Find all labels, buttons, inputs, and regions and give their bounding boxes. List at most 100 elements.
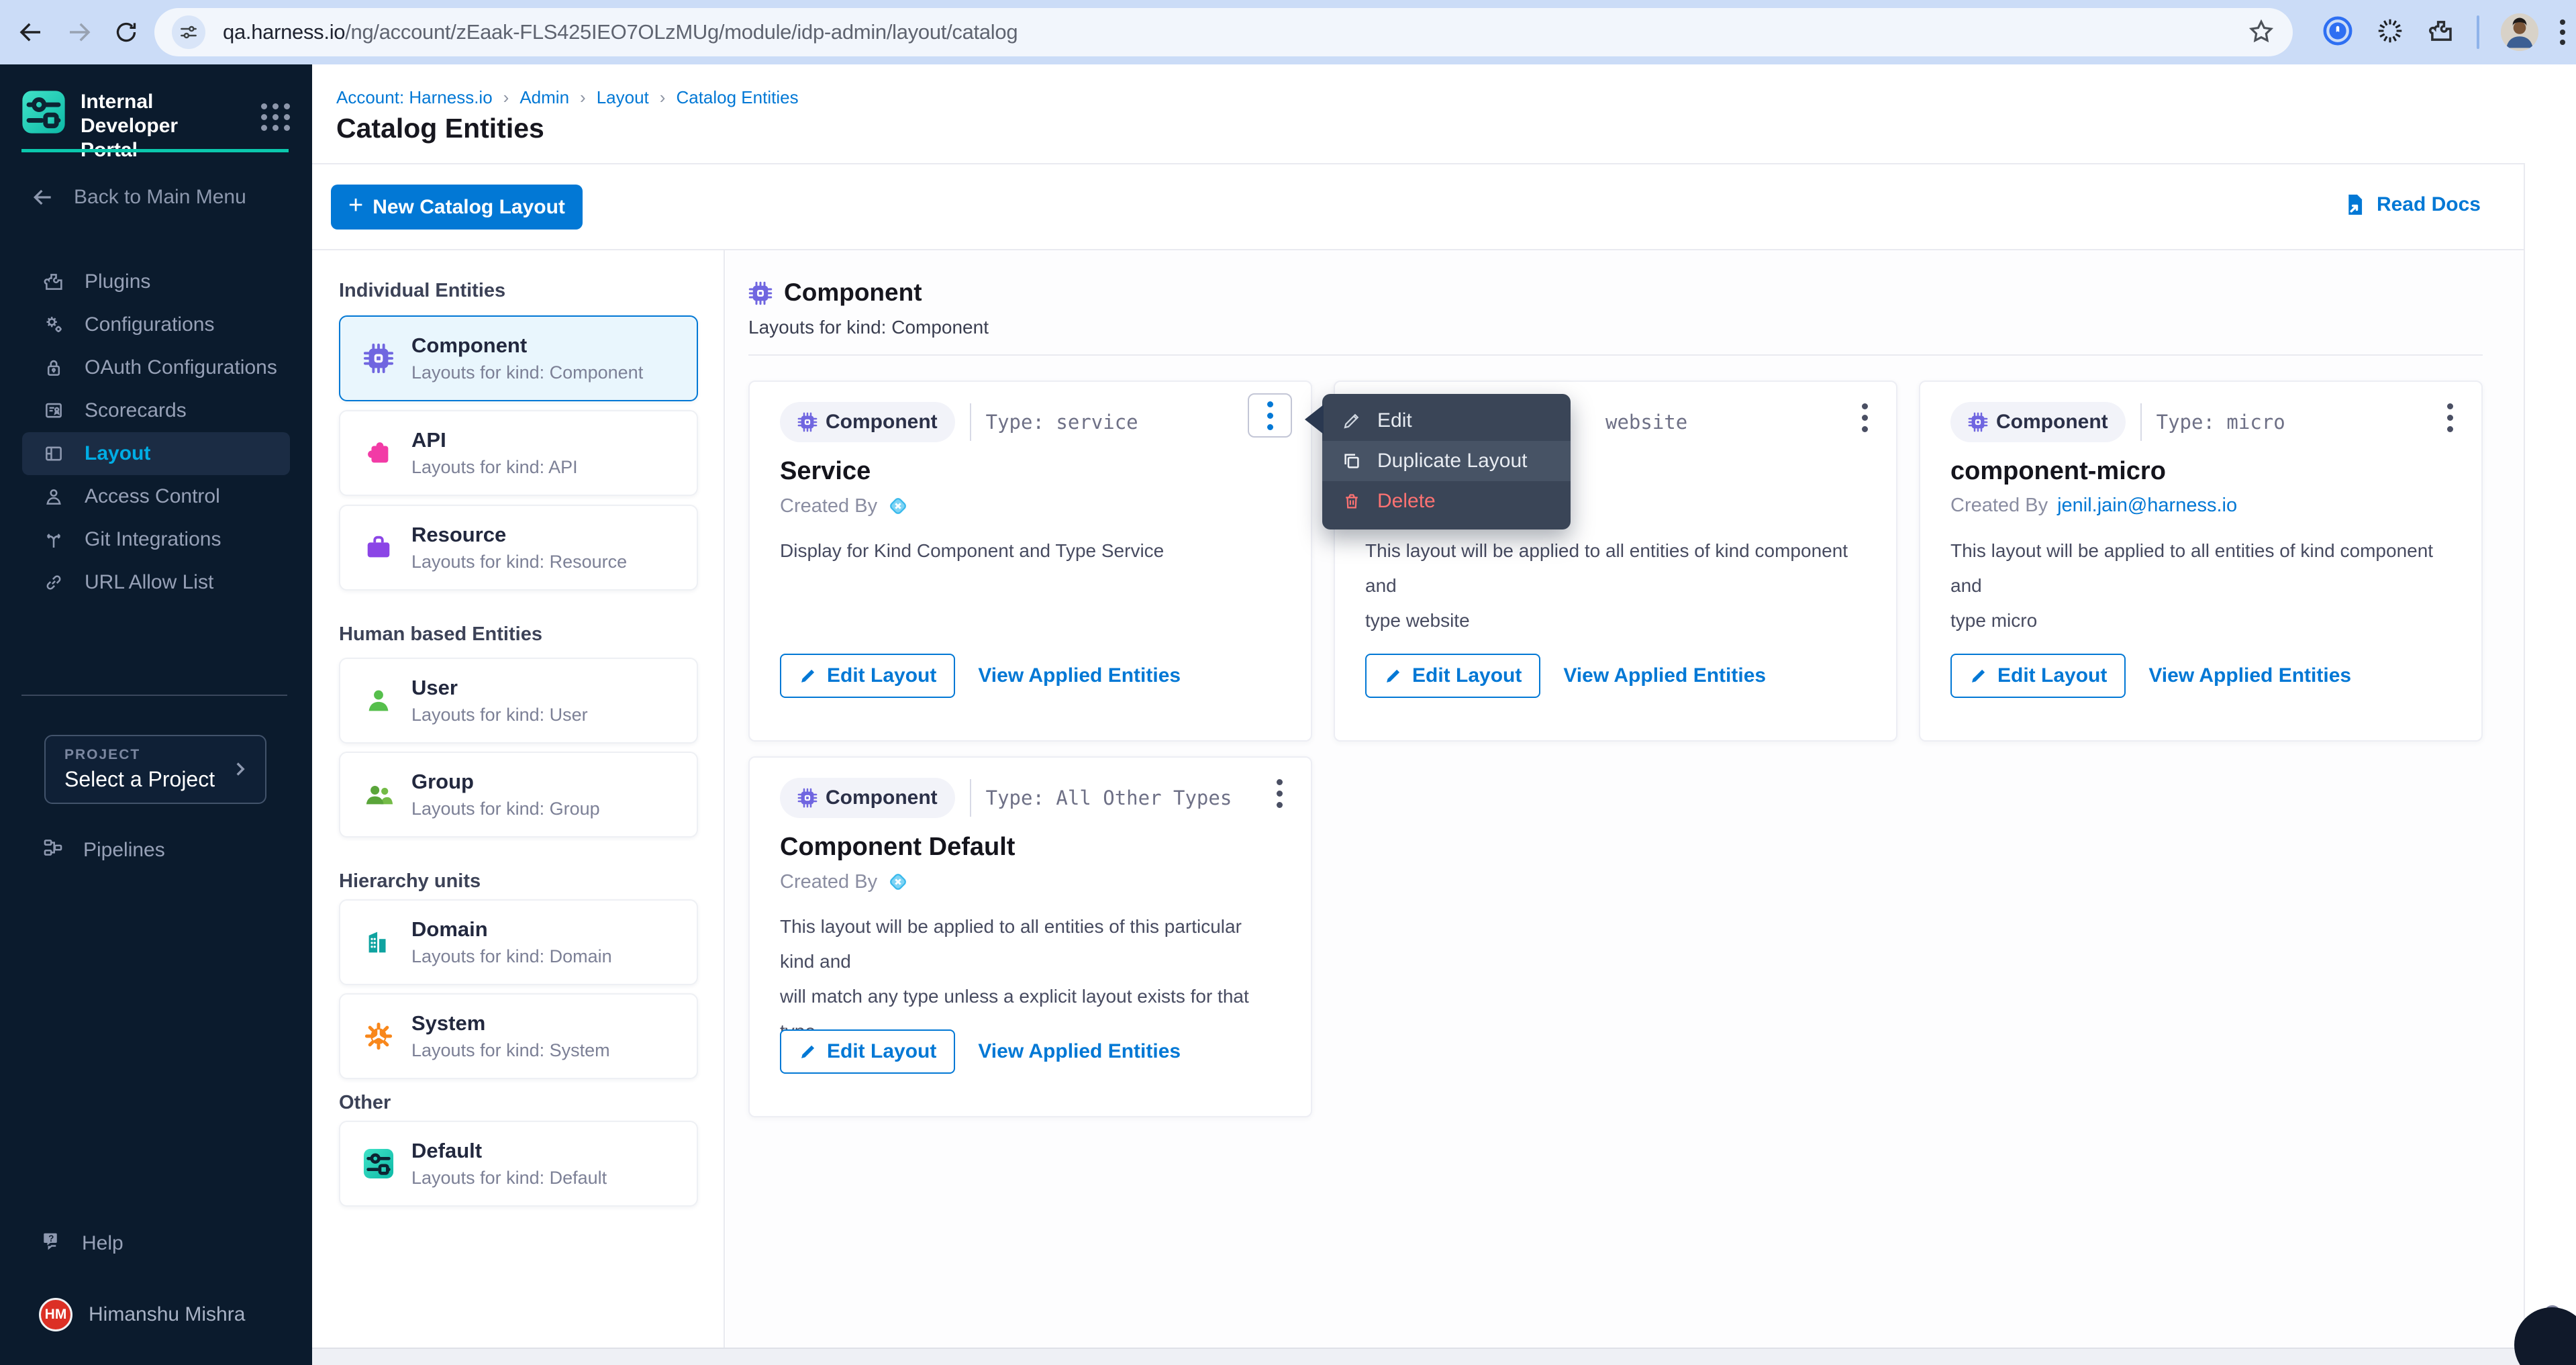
user-avatar[interactable]: HM	[39, 1298, 72, 1331]
sidebar-item-layout[interactable]: Layout	[22, 432, 290, 475]
divider	[970, 779, 971, 817]
sidebar-item-oauth-configurations[interactable]: OAuth Configurations	[0, 346, 312, 389]
popover-arrow	[1305, 405, 1324, 434]
sidebar-item-access-control[interactable]: Access Control	[0, 475, 312, 518]
pencil-icon	[1384, 666, 1403, 685]
sidebar-item-plugins[interactable]: Plugins	[0, 260, 312, 303]
created-by: Created By	[780, 495, 909, 517]
creator-email-link[interactable]: jenil.jain@harness.io	[2057, 495, 2237, 517]
sidebar-item-configurations[interactable]: Configurations	[0, 303, 312, 346]
entity-item-component[interactable]: ComponentLayouts for kind: Component	[339, 315, 698, 401]
harness-user-icon	[887, 870, 909, 893]
user-name: Himanshu Mishra	[89, 1303, 245, 1326]
onepassword-extension-icon[interactable]	[2322, 15, 2353, 50]
help-chat-icon: ?	[40, 1229, 64, 1258]
divider	[312, 163, 2576, 164]
url-bar[interactable]: qa.harness.io/ng/account/zEaak-FLS425IEO…	[154, 8, 2293, 56]
component-chip-icon	[363, 343, 394, 374]
layout-title: Component Default	[780, 833, 1015, 862]
browser-profile-avatar[interactable]	[2501, 13, 2538, 51]
module-grid-icon[interactable]	[261, 103, 291, 131]
view-applied-entities-link[interactable]: View Applied Entities	[1563, 664, 1766, 687]
read-docs-link[interactable]: Read Docs	[2342, 192, 2481, 217]
component-chip-icon	[797, 788, 818, 808]
entity-item-api[interactable]: APILayouts for kind: API	[339, 410, 698, 496]
layout-description: This layout will be applied to all entit…	[1365, 534, 1848, 638]
sidebar-divider	[21, 695, 287, 696]
entity-item-default[interactable]: DefaultLayouts for kind: Default	[339, 1121, 698, 1207]
sidebar-item-help[interactable]: ? Help	[40, 1227, 123, 1260]
lock-icon	[42, 356, 66, 380]
corner-fab[interactable]	[2514, 1307, 2576, 1365]
browser-refresh-icon[interactable]	[110, 16, 142, 48]
divider	[2140, 403, 2142, 441]
view-applied-entities-link[interactable]: View Applied Entities	[978, 1040, 1181, 1063]
section-heading: Individual Entities	[339, 280, 505, 302]
sidebar-item-scorecards[interactable]: Scorecards	[0, 389, 312, 432]
sidebar-item-pipelines[interactable]: Pipelines	[42, 833, 165, 867]
menu-item-duplicate-layout[interactable]: Duplicate Layout	[1322, 441, 1571, 481]
entity-item-domain[interactable]: DomainLayouts for kind: Domain	[339, 899, 698, 985]
pencil-icon	[1969, 666, 1988, 685]
browser-menu-icon[interactable]	[2560, 19, 2565, 45]
arrow-left-icon	[30, 184, 56, 211]
layout-icon	[42, 442, 66, 466]
extension-spinner-icon[interactable]	[2375, 15, 2406, 50]
toolbar-separator	[2477, 15, 2479, 49]
section-heading: Human based Entities	[339, 623, 542, 646]
scorecard-icon	[42, 399, 66, 423]
breadcrumb: Account: Harness.io › Admin › Layout › C…	[336, 87, 799, 108]
right-rail	[2524, 163, 2576, 1365]
idp-logo-icon	[21, 90, 66, 134]
edit-layout-button[interactable]: Edit Layout	[1365, 654, 1540, 698]
new-catalog-layout-button[interactable]: + New Catalog Layout	[331, 185, 583, 230]
bookmark-star-icon[interactable]	[2247, 17, 2275, 49]
view-applied-entities-link[interactable]: View Applied Entities	[2148, 664, 2351, 687]
created-by: Created By	[780, 870, 909, 893]
layout-description: This layout will be applied to all entit…	[1950, 534, 2434, 638]
entity-item-resource[interactable]: ResourceLayouts for kind: Resource	[339, 505, 698, 591]
docs-icon	[2342, 192, 2367, 217]
project-selector[interactable]: PROJECT Select a Project	[44, 735, 266, 804]
sidebar-item-git-integrations[interactable]: Git Integrations	[0, 518, 312, 561]
pencil-icon	[799, 1042, 818, 1061]
user-menu[interactable]: HM Himanshu Mishra	[39, 1298, 245, 1331]
layout-title: Service	[780, 457, 871, 486]
menu-item-edit[interactable]: Edit	[1322, 401, 1571, 441]
card-menu-button[interactable]	[1277, 779, 1283, 808]
browser-back-icon[interactable]	[15, 16, 47, 48]
breadcrumb-admin[interactable]: Admin	[519, 87, 569, 108]
breadcrumb-catalog-entities[interactable]: Catalog Entities	[676, 87, 798, 108]
edit-layout-button[interactable]: Edit Layout	[780, 1029, 955, 1074]
svg-text:?: ?	[48, 1233, 54, 1244]
browser-forward-icon[interactable]	[63, 16, 95, 48]
component-chip-icon	[748, 281, 773, 305]
edit-layout-button[interactable]: Edit Layout	[1950, 654, 2126, 698]
layout-description: Display for Kind Component and Type Serv…	[780, 534, 1263, 568]
menu-item-delete[interactable]: Delete	[1322, 481, 1571, 521]
card-menu-button[interactable]	[2447, 403, 2453, 432]
trash-icon	[1341, 491, 1363, 512]
sidebar-item-url-allow-list[interactable]: URL Allow List	[0, 561, 312, 604]
layout-card-component-micro: Component Type: micro component-micro Cr…	[1919, 381, 2483, 742]
main-area: Account: Harness.io › Admin › Layout › C…	[312, 64, 2576, 1365]
url-text[interactable]: qa.harness.io/ng/account/zEaak-FLS425IEO…	[223, 20, 1018, 44]
section-heading: Other	[339, 1092, 391, 1114]
view-applied-entities-link[interactable]: View Applied Entities	[978, 664, 1181, 687]
component-chip-icon	[797, 412, 818, 432]
breadcrumb-layout[interactable]: Layout	[597, 87, 649, 108]
entity-item-system[interactable]: SystemLayouts for kind: System	[339, 993, 698, 1079]
card-menu-button[interactable]	[1862, 403, 1868, 432]
kind-badge: Component	[780, 402, 955, 442]
entity-item-user[interactable]: UserLayouts for kind: User	[339, 658, 698, 744]
sidebar-accent-divider	[21, 149, 289, 152]
site-settings-icon[interactable]	[172, 15, 205, 49]
back-to-main-menu[interactable]: Back to Main Menu	[30, 183, 246, 212]
extensions-puzzle-icon[interactable]	[2427, 17, 2455, 48]
domain-buildings-icon	[363, 927, 394, 958]
entity-item-group[interactable]: GroupLayouts for kind: Group	[339, 752, 698, 838]
edit-layout-button[interactable]: Edit Layout	[780, 654, 955, 698]
card-menu-button[interactable]	[1248, 393, 1292, 438]
group-icon	[363, 779, 394, 810]
breadcrumb-account[interactable]: Account: Harness.io	[336, 87, 493, 108]
